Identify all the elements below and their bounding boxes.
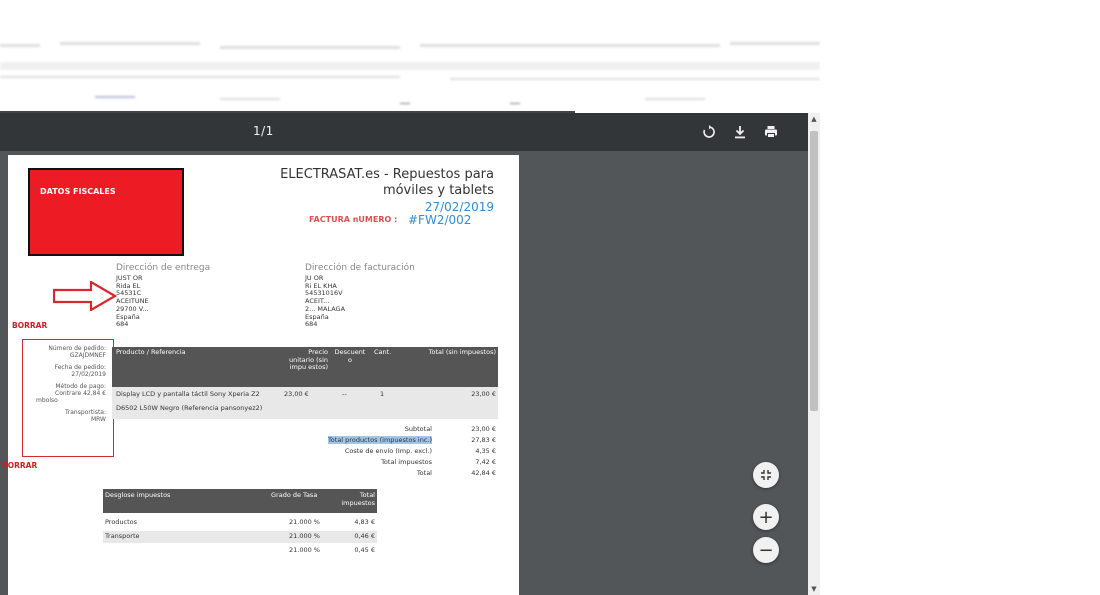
scroll-up-icon[interactable]: ▲ [808, 113, 820, 125]
obscured-header [0, 0, 820, 113]
address-line: 684 [116, 320, 129, 329]
invoice-number: #FW2/002 [408, 213, 472, 227]
tax-row-total: 0,46 € [354, 532, 375, 540]
grand-total-label: Total [416, 469, 432, 477]
order-number-value: GZAJDMNEF [69, 352, 106, 359]
discount: -- [342, 390, 347, 398]
shipping-address: JUST OR Rida EL 54531C ACEITUNE 29700 V.… [116, 274, 149, 329]
rotate-button[interactable] [697, 120, 721, 144]
header-discount: Descuent o [334, 348, 366, 364]
products-total-label: Total productos (impuestos inc.) [252, 436, 432, 444]
fiscal-data-box: DATOS FISCALES [28, 168, 184, 256]
unit-price: 23,00 € [284, 390, 309, 398]
order-info: Número de pedido: GZAJDMNEF Fecha de ped… [26, 345, 106, 423]
page-indicator: 1/1 [253, 124, 274, 138]
header-product: Producto / Referencia [116, 348, 186, 356]
order-number-label: Número de pedido: [48, 345, 106, 352]
billing-address: JU OR Ri EL KHA 54531016V ACEIT... 2... … [305, 274, 345, 329]
order-date-value: 27/02/2019 [71, 371, 106, 378]
quantity: 1 [380, 390, 385, 398]
order-date-label: Fecha de pedido: [54, 364, 106, 371]
red-arrow-annotation [53, 281, 117, 311]
company-name: ELECTRASAT.es - Repuestos para móviles y… [264, 167, 494, 199]
payment-method-label: Método de pago: [55, 383, 106, 390]
fit-to-page-button[interactable] [753, 462, 779, 488]
total-taxes-label: Total impuestos [381, 458, 432, 466]
header-rate: Grado de Tasa [271, 491, 318, 499]
header-qty: Cant. [374, 348, 392, 356]
shipping-address-title: Dirección de entrega [116, 263, 211, 273]
tax-row-total: 0,45 € [354, 546, 375, 554]
carrier-label: Transportista: [65, 409, 106, 416]
invoice-date: 27/02/2019 [424, 200, 494, 214]
highlighted-text: Total productos (impuestos inc.) [327, 436, 432, 444]
tax-row-rate: 21.000 % [289, 546, 320, 554]
pdf-toolbar: 1/1 [0, 113, 808, 151]
total-taxes-value: 7,42 € [475, 458, 496, 466]
header-tax-total: Total impuestos [341, 491, 375, 507]
scroll-thumb[interactable] [810, 131, 818, 411]
products-total-value: 27,83 € [471, 436, 496, 444]
header-breakdown: Desglose impuestos [105, 491, 171, 499]
fit-to-page-icon [761, 470, 771, 480]
vertical-scrollbar[interactable]: ▲ ▼ [808, 113, 820, 595]
tax-row-name: Productos [105, 518, 138, 526]
subtotal-label: Subtotal [404, 425, 432, 433]
pdf-viewer: 1/1 ▲ ▼ DATOS FISCALES ELECTRASAT.es - R… [0, 113, 820, 595]
carrier-value: MRW [90, 416, 106, 423]
company-line-2: móviles y tablets [382, 183, 494, 198]
download-icon [735, 126, 745, 139]
subtotal-value: 23,00 € [471, 425, 496, 433]
tax-row-name: Transporte [105, 532, 140, 540]
payment-method-value: mbolso [36, 397, 58, 404]
line-total: 23,00 € [471, 390, 496, 398]
product-reference: D6502 L50W Negro (Referencia pansonyez2) [116, 404, 263, 412]
shipping-cost-label: Coste de envío (Imp. excl.) [344, 447, 432, 455]
payment-method-value: Contrare 42,84 € [55, 390, 106, 397]
scroll-down-icon[interactable]: ▼ [808, 583, 820, 595]
invoice-number-label: FACTURA nUMERO : [309, 215, 398, 224]
rotate-icon [703, 125, 715, 138]
shipping-cost-value: 4,35 € [475, 447, 496, 455]
tax-row-rate: 21.000 % [289, 532, 320, 540]
borrar-label: BORRAR [12, 321, 48, 330]
zoom-in-button[interactable]: + [753, 504, 779, 530]
borrar-label: BORRAR [2, 461, 38, 470]
product-name: Display LCD y pantalla táctil Sony Xperi… [116, 390, 260, 398]
fiscal-data-label: DATOS FISCALES [40, 187, 116, 196]
address-line: 684 [305, 320, 318, 329]
zoom-out-button[interactable]: − [753, 537, 779, 563]
grand-total-value: 42,84 € [471, 469, 496, 477]
header-unit-price: Precio unitario (sin impu estos) [289, 348, 328, 371]
company-line-1: ELECTRASAT.es - Repuestos para [280, 167, 494, 182]
print-icon [765, 126, 777, 138]
billing-address-title: Dirección de facturación [305, 263, 415, 273]
tax-row-rate: 21.000 % [289, 518, 320, 526]
pdf-page: DATOS FISCALES ELECTRASAT.es - Repuestos… [2, 155, 519, 595]
print-button[interactable] [759, 120, 783, 144]
tax-row-total: 4,83 € [354, 518, 375, 526]
download-button[interactable] [728, 120, 752, 144]
header-total: Total (sin impuestos) [428, 348, 496, 356]
